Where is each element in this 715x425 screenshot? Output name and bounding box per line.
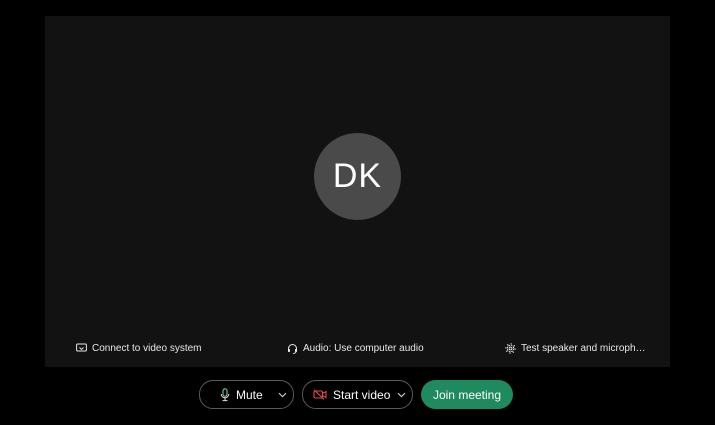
chevron-down-icon (278, 392, 287, 397)
meeting-controls: Mute Start video Join meeting (0, 380, 715, 409)
mute-label: Mute (236, 387, 263, 402)
mute-control: Mute (199, 380, 294, 409)
avatar: DK (314, 133, 401, 220)
audio-option-link[interactable]: Audio: Use computer audio (287, 341, 424, 355)
cast-screen-icon (76, 343, 87, 352)
test-speaker-label: Test speaker and micropho... (521, 342, 649, 354)
connect-video-system-label: Connect to video system (92, 342, 202, 354)
chevron-down-icon (397, 392, 406, 397)
start-video-button[interactable]: Start video (303, 381, 391, 408)
test-speaker-link[interactable]: Test speaker and micropho... (505, 341, 649, 355)
video-options-dropdown[interactable] (391, 381, 412, 408)
video-off-icon (313, 389, 327, 400)
audio-options-dropdown[interactable] (272, 381, 293, 408)
join-meeting-button[interactable]: Join meeting (421, 380, 513, 409)
microphone-icon (220, 387, 230, 401)
join-meeting-screen: DK Connect to video system Audio: Use co… (0, 0, 715, 425)
mute-button[interactable]: Mute (200, 381, 272, 408)
video-preview: DK Connect to video system Audio: Use co… (45, 16, 670, 367)
gear-icon (505, 342, 516, 354)
video-control: Start video (302, 380, 413, 409)
start-video-label: Start video (333, 387, 391, 402)
headset-icon (288, 343, 297, 354)
audio-option-label: Audio: Use computer audio (303, 342, 424, 354)
connect-video-system-link[interactable]: Connect to video system (76, 341, 202, 355)
